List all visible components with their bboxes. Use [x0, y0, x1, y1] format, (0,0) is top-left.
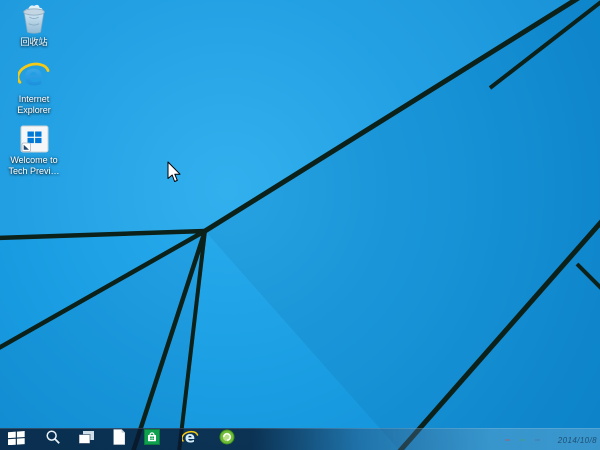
internet-explorer-button[interactable]: e: [177, 428, 203, 450]
desktop-icon-label: 回收站: [20, 37, 48, 47]
watermark-date: 2014/10/8: [557, 436, 597, 445]
desktop-icon-recycle-bin[interactable]: 回收站: [5, 2, 63, 48]
wallpaper-line-art: [0, 0, 600, 450]
browser-360-button[interactable]: [214, 429, 240, 450]
desktop-icon-internet-explorer[interactable]: e Internet Explorer: [5, 59, 63, 116]
taskbar: e 2014/10/8: [0, 428, 600, 450]
wallpaper-facet: [0, 231, 205, 450]
desktop-icon-label: Welcome to Tech Previ…: [8, 155, 60, 176]
internet-explorer-icon: e: [17, 59, 51, 92]
tray-dash: [505, 439, 510, 441]
search-button[interactable]: [40, 429, 66, 450]
desktop-icon-welcome-tech-preview[interactable]: Welcome to Tech Previ…: [5, 124, 63, 177]
ie-icon: e: [180, 428, 199, 450]
document-button[interactable]: [106, 429, 132, 450]
tray-dash: [520, 439, 525, 441]
recycle-bin-icon: [19, 2, 49, 35]
360-browser-icon: [219, 429, 235, 450]
welcome-shortcut-icon: [20, 124, 49, 153]
store-icon: [144, 429, 160, 450]
start-button[interactable]: [3, 429, 29, 450]
task-view-icon: [78, 430, 95, 450]
tray-dash: [535, 439, 540, 441]
task-view-button[interactable]: [73, 429, 99, 450]
windows-desktop[interactable]: 回收站 e Internet Explorer Welcome to Tech …: [0, 0, 600, 450]
desktop-wallpaper[interactable]: [0, 0, 600, 450]
desktop-icon-label: Internet Explorer: [17, 94, 51, 115]
document-icon: [112, 429, 126, 450]
search-icon: [45, 429, 61, 450]
windows-logo-icon: [7, 430, 25, 450]
store-button[interactable]: [139, 429, 165, 450]
